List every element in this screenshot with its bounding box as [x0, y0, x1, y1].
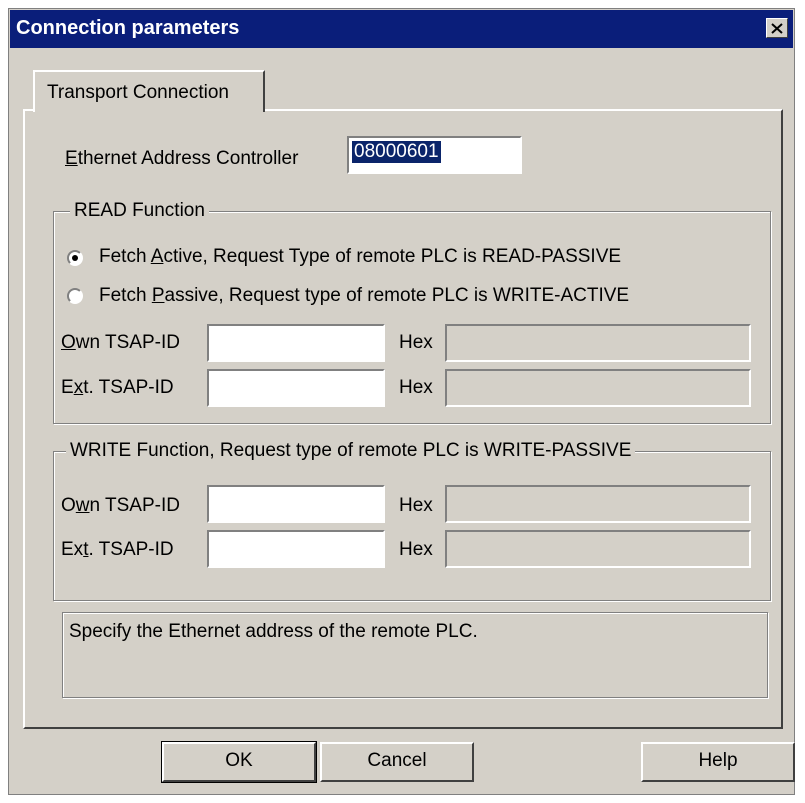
ethernet-address-label: Ethernet Address Controller	[65, 148, 299, 169]
read-own-tsap-label: Own TSAP-ID	[61, 332, 180, 353]
close-icon	[771, 22, 783, 34]
write-function-group: WRITE Function, Request type of remote P…	[53, 440, 771, 601]
fetch-active-label: Fetch Active, Request Type of remote PLC…	[99, 246, 622, 267]
write-own-hex-label: Hex	[399, 495, 433, 516]
read-own-hex-label: Hex	[399, 332, 433, 353]
status-text: Specify the Ethernet address of the remo…	[69, 621, 478, 642]
read-ext-hex-field	[445, 369, 751, 407]
read-ext-hex-label: Hex	[399, 377, 433, 398]
tab-transport-connection[interactable]: Transport Connection	[33, 70, 265, 112]
cancel-button[interactable]: Cancel	[320, 742, 474, 782]
write-own-tsap-label: Own TSAP-ID	[61, 495, 180, 516]
title-bar[interactable]: Connection parameters	[10, 10, 793, 48]
ethernet-address-input[interactable]: 08000601	[347, 136, 522, 174]
tab-label: Transport Connection	[47, 82, 230, 103]
read-own-hex-field	[445, 324, 751, 362]
help-button[interactable]: Help	[641, 742, 795, 782]
read-ext-tsap-input[interactable]	[207, 369, 385, 407]
fetch-active-radio[interactable]	[67, 250, 83, 266]
write-own-tsap-input[interactable]	[207, 485, 385, 523]
ethernet-address-value: 08000601	[352, 141, 441, 163]
write-ext-tsap-input[interactable]	[207, 530, 385, 568]
write-own-hex-field	[445, 485, 751, 523]
fetch-passive-label: Fetch Passive, Request type of remote PL…	[99, 285, 630, 306]
read-function-legend: READ Function	[70, 200, 209, 222]
read-own-tsap-input[interactable]	[207, 324, 385, 362]
write-ext-hex-label: Hex	[399, 539, 433, 560]
read-ext-tsap-label: Ext. TSAP-ID	[61, 377, 174, 398]
window-title: Connection parameters	[16, 17, 240, 39]
write-ext-tsap-label: Ext. TSAP-ID	[61, 539, 174, 560]
fetch-passive-radio[interactable]	[67, 288, 83, 304]
status-box: Specify the Ethernet address of the remo…	[62, 612, 768, 698]
close-button[interactable]	[766, 18, 788, 38]
ok-button[interactable]: OK	[161, 741, 317, 783]
write-function-legend: WRITE Function, Request type of remote P…	[66, 440, 636, 462]
write-ext-hex-field	[445, 530, 751, 568]
